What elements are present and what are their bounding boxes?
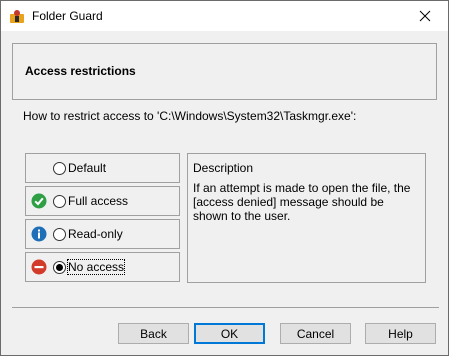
option-label: Read-only xyxy=(68,227,123,241)
blue-info-icon xyxy=(31,226,47,242)
access-options: Default Full access Read-only No access xyxy=(25,153,180,282)
option-read-only[interactable]: Read-only xyxy=(25,219,180,249)
dialog-window: Folder Guard Access restrictions How to … xyxy=(0,0,449,356)
option-label: Full access xyxy=(68,194,129,208)
window-title: Folder Guard xyxy=(32,9,103,23)
folder-guard-app-icon xyxy=(10,10,24,23)
red-minus-icon xyxy=(31,259,47,275)
radio-default[interactable] xyxy=(53,162,66,175)
radio-read-only[interactable] xyxy=(53,228,66,241)
option-no-access[interactable]: No access xyxy=(25,252,180,282)
close-icon xyxy=(419,10,431,22)
green-check-icon xyxy=(31,193,47,209)
back-button[interactable]: Back xyxy=(118,323,189,344)
close-button[interactable] xyxy=(402,1,448,31)
description-text: If an attempt is made to open the file, … xyxy=(193,181,411,223)
page-title: Access restrictions xyxy=(25,64,136,78)
ok-button[interactable]: OK xyxy=(194,323,265,344)
description-title: Description xyxy=(193,161,254,175)
option-default[interactable]: Default xyxy=(25,153,180,183)
separator xyxy=(12,307,439,308)
title-bar: Folder Guard xyxy=(1,1,448,31)
description-panel: Description If an attempt is made to ope… xyxy=(187,153,426,283)
option-label: Default xyxy=(68,161,107,175)
question-text: How to restrict access to 'C:\Windows\Sy… xyxy=(23,109,357,123)
option-full-access[interactable]: Full access xyxy=(25,186,180,216)
option-label: No access xyxy=(66,259,126,275)
radio-no-access[interactable] xyxy=(53,261,66,274)
cancel-button[interactable]: Cancel xyxy=(280,323,351,344)
help-button[interactable]: Help xyxy=(365,323,436,344)
header-panel: Access restrictions xyxy=(12,43,437,100)
radio-full-access[interactable] xyxy=(53,195,66,208)
